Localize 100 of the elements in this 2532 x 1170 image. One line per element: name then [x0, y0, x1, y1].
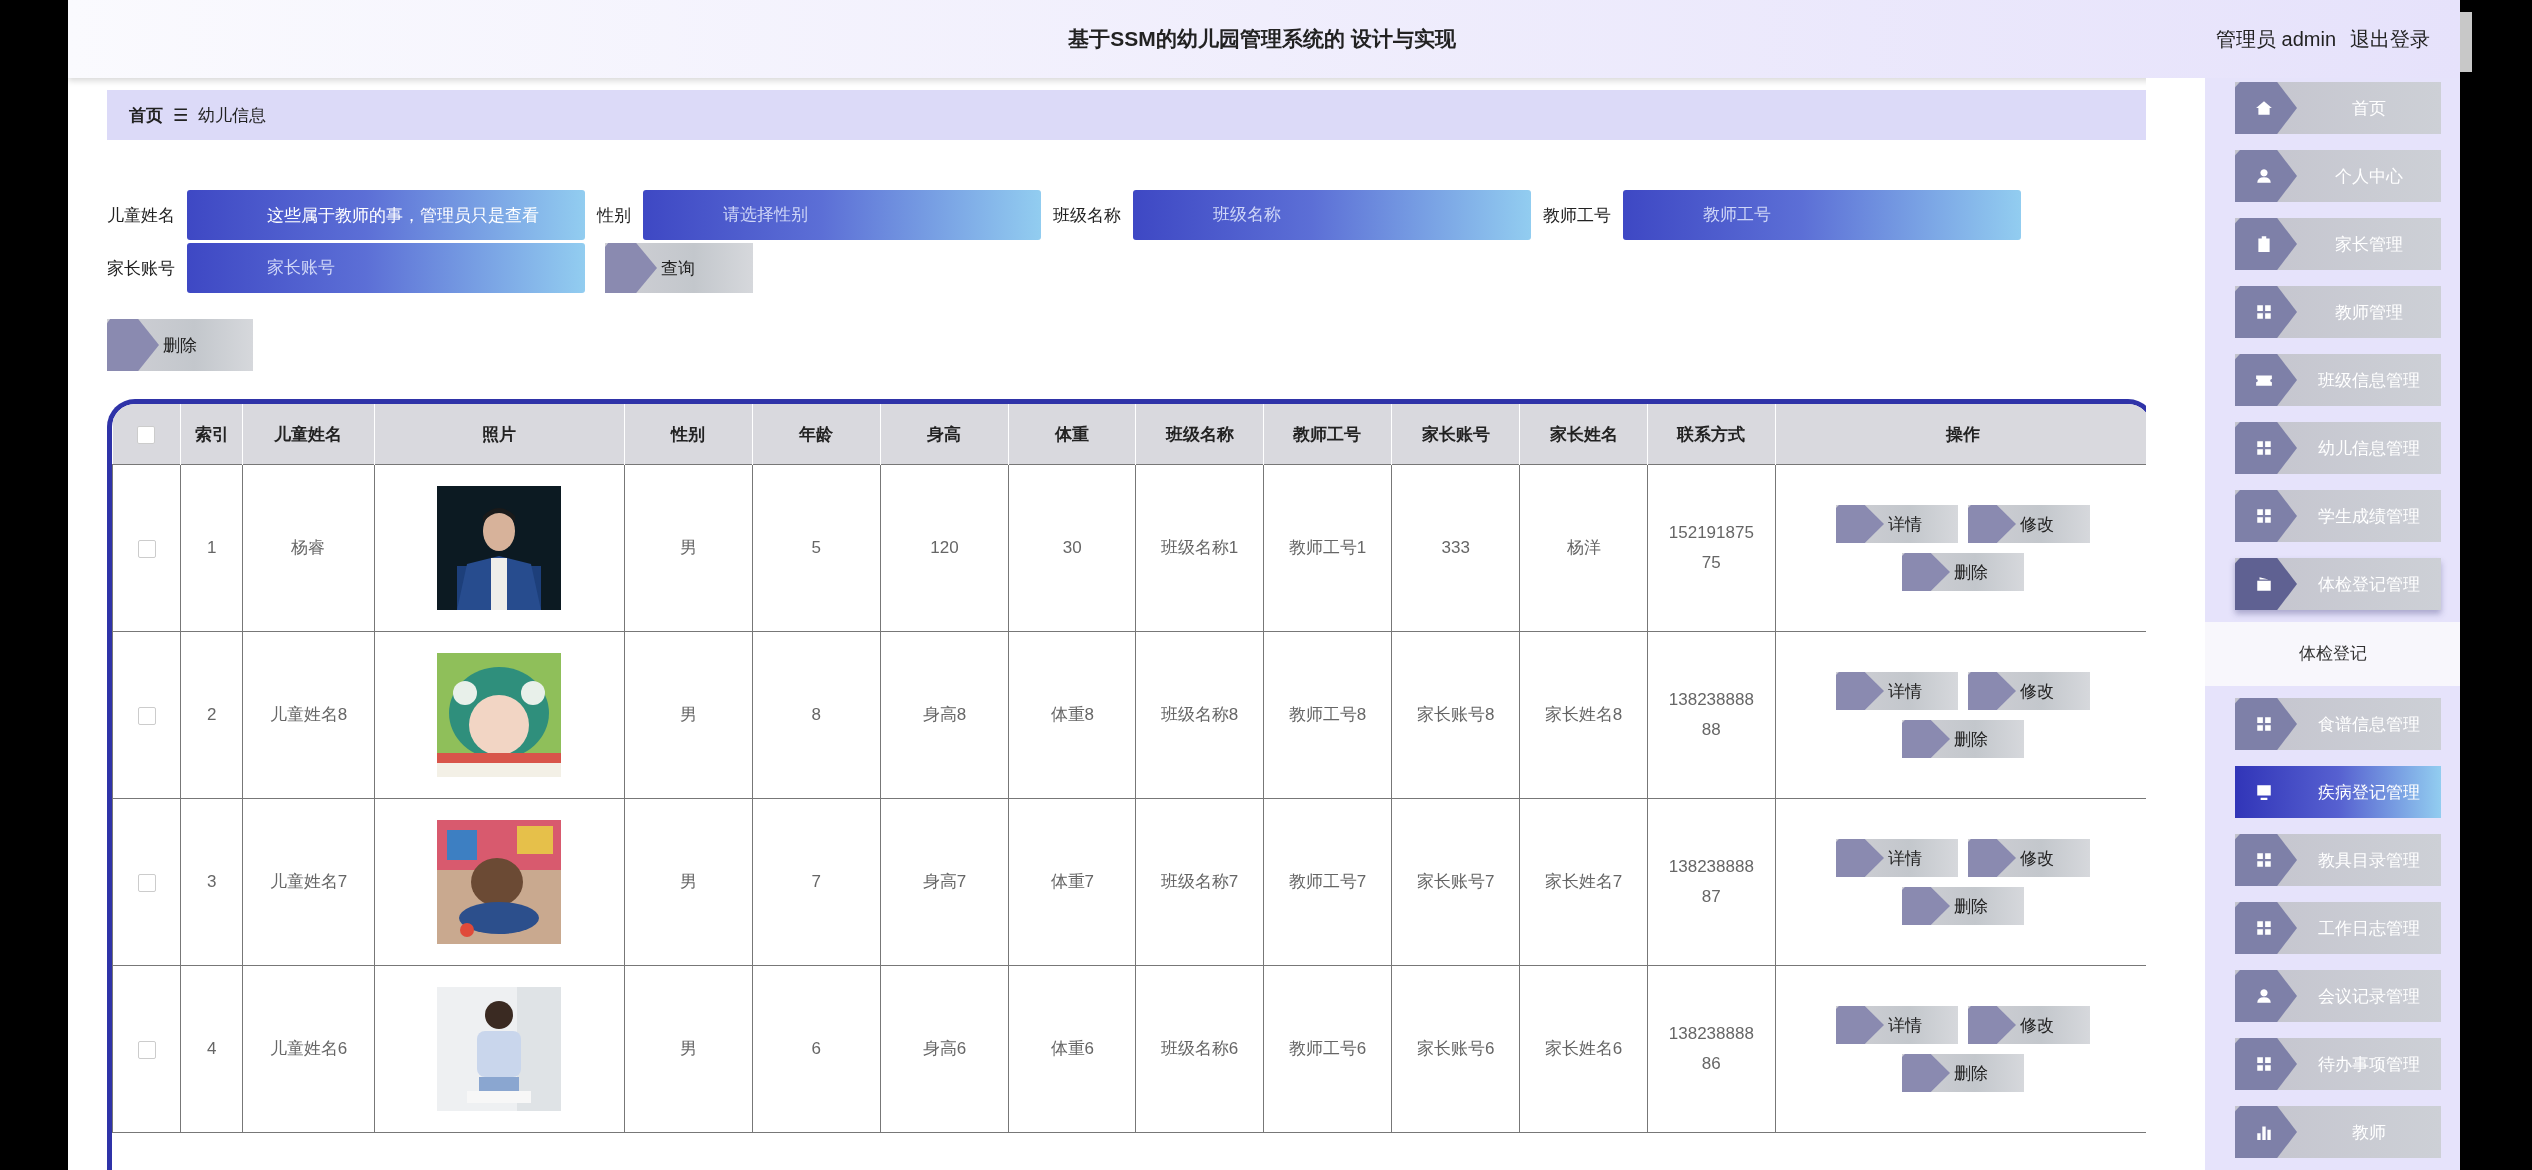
row-action-button[interactable]: 删除	[1902, 887, 2024, 925]
user-icon	[2255, 987, 2273, 1005]
row-checkbox[interactable]	[137, 539, 156, 558]
table-cell: 教师工号7	[1263, 798, 1392, 966]
table-cell: 教师工号6	[1263, 965, 1392, 1133]
sidebar-subitem[interactable]: 体检登记	[2205, 622, 2460, 686]
table-cell: 儿童姓名7	[242, 798, 375, 966]
grid-icon	[2255, 439, 2273, 457]
row-action-button[interactable]: 详情	[1836, 672, 1958, 710]
column-header: 家长账号	[1391, 404, 1520, 465]
column-header: 性别	[624, 404, 752, 465]
table-cell: 教师工号1	[1263, 464, 1392, 632]
row-action-button[interactable]: 修改	[1968, 1006, 2090, 1044]
column-header: 家长姓名	[1519, 404, 1648, 465]
grid-icon	[2255, 919, 2273, 937]
row-checkbox[interactable]	[137, 1040, 156, 1059]
breadcrumb-home-link[interactable]: 首页	[129, 103, 163, 127]
table-cell: 班级名称8	[1135, 631, 1264, 799]
row-action-button[interactable]: 删除	[1902, 553, 2024, 591]
filter-label: 班级名称	[1053, 204, 1121, 227]
sidebar-item[interactable]: 疾病登记管理	[2235, 766, 2441, 818]
table-cell: 男	[624, 965, 752, 1133]
column-header: 儿童姓名	[242, 404, 375, 465]
table-cell: 男	[624, 798, 752, 966]
scrollbar[interactable]	[2460, 12, 2472, 72]
column-header: 身高	[880, 404, 1009, 465]
table-cell: 家长姓名8	[1519, 631, 1648, 799]
row-action-button[interactable]: 修改	[1968, 672, 2090, 710]
table-cell: 家长账号8	[1391, 631, 1520, 799]
row-action-button[interactable]: 修改	[1968, 505, 2090, 543]
table-cell: 杨洋	[1519, 464, 1648, 632]
table-cell: 体重6	[1008, 965, 1136, 1133]
logout-link[interactable]: 退出登录	[2350, 25, 2430, 53]
select-all-checkbox[interactable]	[137, 425, 156, 444]
table-cell: 6	[752, 965, 881, 1133]
system-title: 基于SSM的幼儿园管理系统的 设计与实现	[1067, 26, 1457, 52]
row-action-button[interactable]: 删除	[1902, 1054, 2024, 1092]
table-cell: 13823888886	[1647, 965, 1776, 1133]
table-cell: 2	[180, 631, 243, 799]
grid-icon	[2255, 303, 2273, 321]
filter-field[interactable]: 教师工号	[1623, 190, 2021, 240]
table-cell: 班级名称6	[1135, 965, 1264, 1133]
row-checkbox[interactable]	[137, 873, 156, 892]
row-action-button[interactable]: 删除	[1902, 720, 2024, 758]
row-action-button[interactable]: 详情	[1836, 505, 1958, 543]
column-header: 联系方式	[1647, 404, 1776, 465]
table-cell: 杨睿	[242, 464, 375, 632]
table-cell: 体重7	[1008, 798, 1136, 966]
table-cell: 家长账号6	[1391, 965, 1520, 1133]
row-action-button[interactable]: 修改	[1968, 839, 2090, 877]
filter-label: 教师工号	[1543, 204, 1611, 227]
table-cell: 身高6	[880, 965, 1009, 1133]
table-cell: 男	[624, 631, 752, 799]
table-cell: 体重8	[1008, 631, 1136, 799]
grid-icon	[2255, 1055, 2273, 1073]
table-cell: 3	[180, 798, 243, 966]
table-cell: 教师工号8	[1263, 631, 1392, 799]
clip-icon	[2255, 235, 2273, 253]
filter-label: 性别	[597, 204, 631, 227]
column-header: 照片	[374, 404, 625, 465]
wallet-icon	[2255, 575, 2273, 593]
row-action-button[interactable]: 详情	[1836, 1006, 1958, 1044]
filter-field[interactable]: 班级名称	[1133, 190, 1531, 240]
table-cell: 15219187575	[1647, 464, 1776, 632]
column-header: 教师工号	[1263, 404, 1392, 465]
column-header: 体重	[1008, 404, 1136, 465]
grid-icon	[2255, 507, 2273, 525]
filter-field[interactable]: 家长账号	[187, 243, 585, 293]
table-cell: 7	[752, 798, 881, 966]
table-cell: 身高8	[880, 631, 1009, 799]
column-header: 年龄	[752, 404, 881, 465]
filter-field[interactable]: 这些属于教师的事，管理员只是查看	[187, 190, 585, 240]
row-action-button[interactable]: 详情	[1836, 839, 1958, 877]
monitor-icon	[2255, 783, 2273, 801]
table-cell: 班级名称7	[1135, 798, 1264, 966]
breadcrumb-separator: ☰	[173, 104, 189, 126]
table-cell: 1	[180, 464, 243, 632]
filter-field[interactable]: 请选择性别	[643, 190, 1041, 240]
table-cell: 身高7	[880, 798, 1009, 966]
user-icon	[2255, 167, 2273, 185]
filter-label: 家长账号	[107, 257, 175, 280]
grid-icon	[2255, 715, 2273, 733]
chart-icon	[2255, 1123, 2273, 1141]
table-cell: 儿童姓名6	[242, 965, 375, 1133]
table-cell: 4	[180, 965, 243, 1133]
grid-icon	[2255, 851, 2273, 869]
home-icon	[2255, 99, 2273, 117]
column-header: 索引	[180, 404, 243, 465]
table-cell: 儿童姓名8	[242, 631, 375, 799]
table-cell: 13823888887	[1647, 798, 1776, 966]
search-button[interactable]: 查询	[605, 243, 753, 293]
column-header: 班级名称	[1135, 404, 1264, 465]
table-cell: 5	[752, 464, 881, 632]
row-checkbox[interactable]	[137, 706, 156, 725]
table-cell: 男	[624, 464, 752, 632]
table-cell: 家长姓名7	[1519, 798, 1648, 966]
filter-label: 儿童姓名	[107, 204, 175, 227]
delete-button[interactable]: 删除	[107, 319, 253, 371]
table-cell: 家长账号7	[1391, 798, 1520, 966]
table-cell: 120	[880, 464, 1009, 632]
